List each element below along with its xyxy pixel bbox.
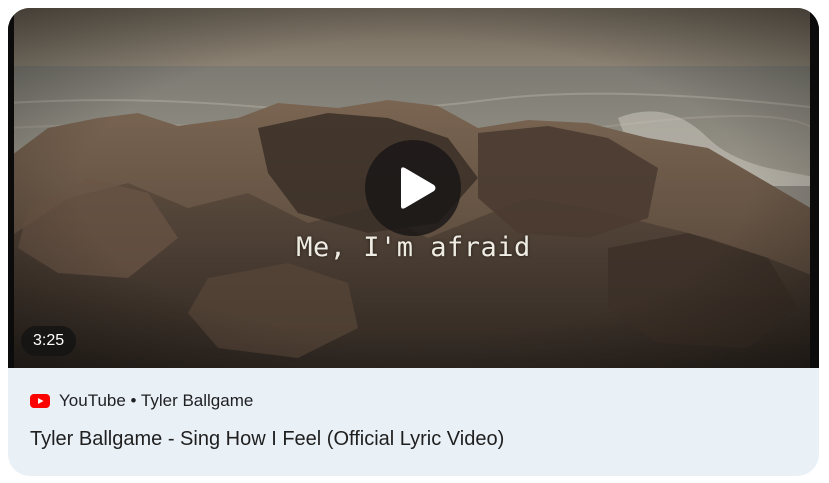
- lyric-overlay-text: Me, I'm afraid: [296, 232, 531, 263]
- video-title[interactable]: Tyler Ballgame - Sing How I Feel (Offici…: [30, 428, 504, 451]
- play-button[interactable]: [365, 140, 461, 236]
- source-line: YouTube • Tyler Ballgame: [30, 391, 253, 411]
- youtube-icon: [30, 394, 50, 408]
- play-icon: [401, 167, 436, 209]
- video-thumbnail[interactable]: Me, I'm afraid 3:25: [8, 8, 819, 368]
- source-text: YouTube • Tyler Ballgame: [59, 391, 254, 410]
- letterbox-left: [8, 8, 14, 368]
- duration-badge: 3:25: [21, 326, 77, 356]
- letterbox-right: [810, 8, 819, 368]
- video-result-card[interactable]: Me, I'm afraid 3:25 YouTube • Tyler Ball…: [8, 8, 819, 476]
